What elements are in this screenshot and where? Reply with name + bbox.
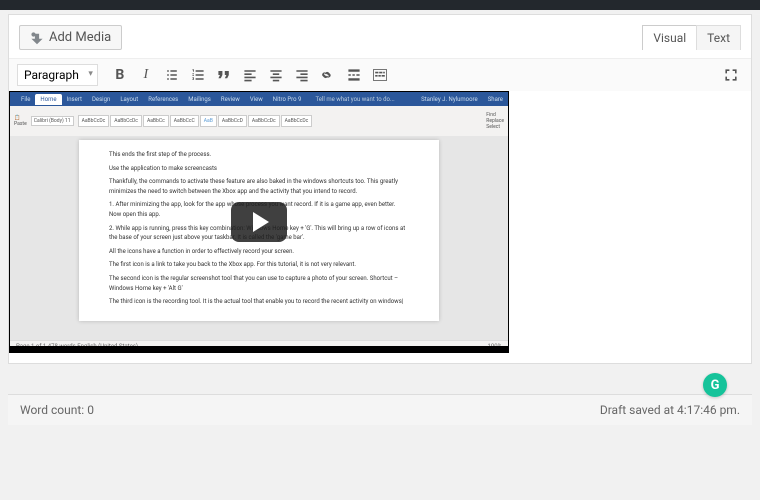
embedded-video: File Home Insert Design Layout Reference… xyxy=(9,91,509,353)
tab-text[interactable]: Text xyxy=(696,25,741,50)
numbered-list-button[interactable] xyxy=(186,63,210,87)
video-play-button[interactable] xyxy=(231,202,287,242)
fullscreen-button[interactable] xyxy=(719,63,743,87)
grammarly-badge[interactable]: G xyxy=(703,373,727,397)
align-right-button[interactable] xyxy=(290,63,314,87)
formatting-toolbar: Paragraph B I xyxy=(9,58,751,91)
editor-mode-tabs: Visual Text xyxy=(642,25,741,50)
draft-saved-message: Draft saved at 4:17:46 pm. xyxy=(600,403,740,417)
word-count: Word count: 0 xyxy=(20,403,94,417)
editor-content[interactable]: File Home Insert Design Layout Reference… xyxy=(9,91,751,363)
add-media-label: Add Media xyxy=(49,30,111,45)
editor-panel: Add Media Visual Text Paragraph B I File xyxy=(8,14,752,364)
word-styles-gallery: AaBbCcDc AaBbCcDc AaBbCc AaBbCcC AaB AaB… xyxy=(78,115,313,127)
word-ribbon-commands: 📋Paste Calibri (Body) 11 AaBbCcDc AaBbCc… xyxy=(10,106,508,136)
admin-top-bar xyxy=(0,0,760,10)
video-progress-bar xyxy=(10,346,508,352)
bold-button[interactable]: B xyxy=(108,63,132,87)
toolbar-toggle-button[interactable] xyxy=(368,63,392,87)
read-more-button[interactable] xyxy=(342,63,366,87)
blockquote-button[interactable] xyxy=(212,63,236,87)
link-button[interactable] xyxy=(316,63,340,87)
align-center-button[interactable] xyxy=(264,63,288,87)
bullet-list-button[interactable] xyxy=(160,63,184,87)
media-icon xyxy=(30,31,44,45)
align-left-button[interactable] xyxy=(238,63,262,87)
editor-status-bar: Word count: 0 Draft saved at 4:17:46 pm. xyxy=(8,394,752,425)
italic-button[interactable]: I xyxy=(134,63,158,87)
add-media-button[interactable]: Add Media xyxy=(19,25,122,50)
format-select[interactable]: Paragraph xyxy=(17,64,98,86)
media-tab-row: Add Media Visual Text xyxy=(9,15,751,58)
tab-visual[interactable]: Visual xyxy=(642,25,696,50)
word-ribbon-tabs: File Home Insert Design Layout Reference… xyxy=(10,92,508,106)
